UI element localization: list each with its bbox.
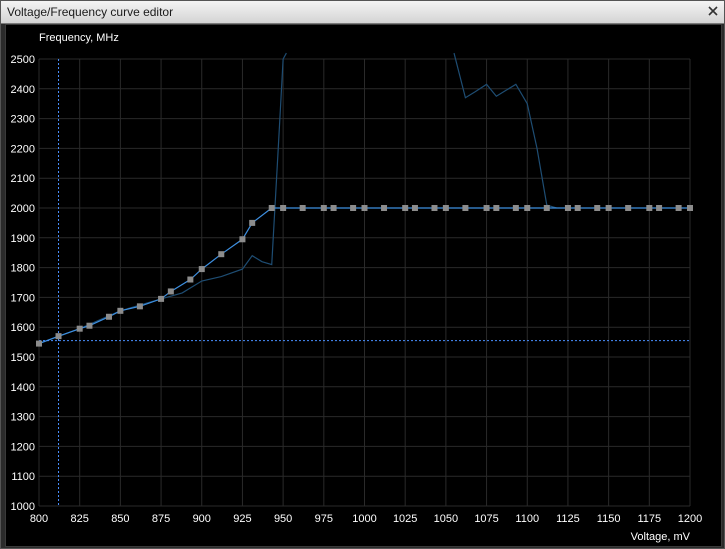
y-tick-label: 1600 [11,322,35,334]
curve-point[interactable] [350,205,357,211]
y-tick-label: 1200 [11,441,35,453]
curve-point[interactable] [574,205,581,211]
x-tick-label: 925 [233,513,251,525]
x-tick-label: 1050 [434,513,458,525]
y-tick-label: 2300 [11,114,35,126]
y-tick-label: 1300 [11,412,35,424]
curve-point[interactable] [299,205,306,211]
close-icon[interactable] [706,4,720,18]
y-tick-label: 1800 [11,263,35,275]
curve-point[interactable] [198,266,205,273]
plot-background [6,25,721,546]
curve-point[interactable] [462,205,469,211]
x-tick-label: 1100 [515,513,539,525]
x-tick-label: 825 [71,513,89,525]
x-tick-label: 1200 [678,513,702,525]
window-title: Voltage/Frequency curve editor [7,5,174,19]
y-tick-label: 2200 [11,143,35,155]
y-tick-label: 2100 [11,173,35,185]
y-tick-label: 1500 [11,352,35,364]
curve-point[interactable] [239,236,246,243]
y-tick-label: 1900 [11,233,35,245]
y-tick-label: 1700 [11,292,35,304]
x-tick-label: 1000 [352,513,376,525]
curve-point[interactable] [167,288,174,295]
y-tick-label: 2000 [11,203,35,215]
curve-point[interactable] [493,205,500,211]
y-tick-label: 2400 [11,84,35,96]
curve-point[interactable] [136,303,143,310]
curve-point[interactable] [675,205,682,211]
curve-point[interactable] [594,205,601,211]
vf-curve-chart[interactable]: 800 825 850 875 900 925 950 975 1000 1025 1050 1075… [6,25,721,546]
y-tick-label: 1000 [11,501,35,513]
curve-point[interactable] [625,205,632,211]
curve-point[interactable] [687,205,693,211]
curve-point[interactable] [249,219,256,226]
x-tick-label: 1025 [393,513,417,525]
curve-point[interactable] [280,205,287,211]
curve-point[interactable] [543,205,550,211]
x-axis-label: Voltage, mV [631,531,691,543]
y-tick-label: 1400 [11,382,35,394]
x-tick-label: 1175 [637,513,661,525]
curve-point[interactable] [320,205,327,211]
x-tick-label: 875 [152,513,170,525]
curve-point[interactable] [512,205,519,211]
x-tick-label: 850 [111,513,129,525]
x-tick-label: 975 [315,513,333,525]
vf-curve-editor-window: Voltage/Frequency curve editor 800 825 850… [0,0,725,549]
curve-point[interactable] [330,205,337,211]
y-tick-label: 1100 [11,471,35,483]
curve-point[interactable] [218,251,225,258]
x-tick-label: 1075 [474,513,498,525]
curve-point[interactable] [76,325,83,332]
curve-point[interactable] [524,205,531,211]
curve-point[interactable] [55,333,62,340]
curve-point[interactable] [86,322,93,329]
curve-plot-area[interactable]: 800 825 850 875 900 925 950 975 1000 1025 1050 1075… [5,24,722,547]
y-axis-label: Frequency, MHz [39,32,119,44]
curve-point[interactable] [105,313,112,320]
curve-point[interactable] [605,205,612,211]
curve-point[interactable] [36,340,42,347]
curve-point[interactable] [646,205,653,211]
curve-point[interactable] [431,205,438,211]
curve-point[interactable] [187,276,194,283]
title-bar[interactable]: Voltage/Frequency curve editor [1,1,724,24]
x-tick-label: 950 [274,513,292,525]
curve-point[interactable] [381,205,388,211]
curve-point[interactable] [442,205,449,211]
curve-point[interactable] [158,295,165,302]
y-tick-label: 2500 [11,54,35,66]
curve-point[interactable] [361,205,368,211]
curve-point[interactable] [483,205,490,211]
x-tick-label: 1125 [556,513,580,525]
curve-point[interactable] [402,205,409,211]
curve-point[interactable] [656,205,663,211]
x-tick-label: 900 [193,513,211,525]
curve-point[interactable] [268,205,275,211]
x-tick-label: 800 [30,513,48,525]
curve-point[interactable] [564,205,571,211]
x-tick-label: 1150 [597,513,621,525]
curve-point[interactable] [411,205,418,211]
curve-point[interactable] [117,307,124,314]
